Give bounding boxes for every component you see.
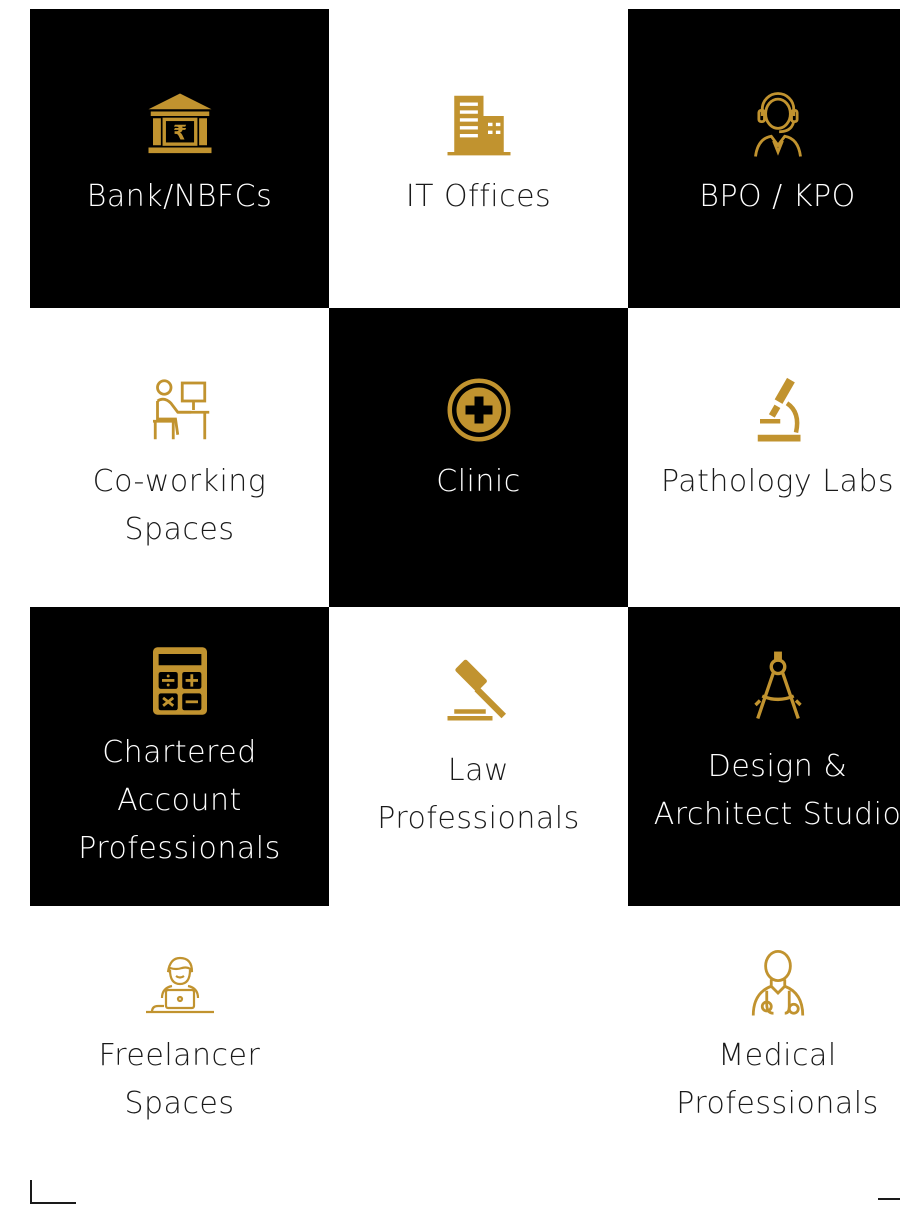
tile-label: Medical Professionals <box>676 1038 879 1121</box>
tile-pathology-labs[interactable]: Pathology Labs <box>628 308 900 607</box>
gavel-icon <box>439 649 519 729</box>
tile-label: Clinic <box>436 464 521 499</box>
headset-agent-icon <box>738 85 818 165</box>
tile-label: Freelancer Spaces <box>98 1038 261 1121</box>
tile-label: Chartered Account Professionals <box>78 735 281 866</box>
industry-grid: ₹ Bank/NBFCs IT Offices BPO / KPO Co-wor… <box>30 9 900 1205</box>
tile-label: Design & Architect Studio <box>653 749 900 832</box>
tile-label: Bank/NBFCs <box>86 179 273 214</box>
tile-clinic[interactable]: Clinic <box>329 308 628 607</box>
freelancer-laptop-icon <box>140 944 220 1024</box>
tile-law-professionals[interactable]: Law Professionals <box>329 607 628 906</box>
calculator-icon <box>140 641 220 721</box>
microscope-icon <box>738 370 818 450</box>
tile-label: BPO / KPO <box>699 179 856 214</box>
drafting-compass-icon <box>738 647 818 727</box>
svg-text:₹: ₹ <box>172 121 186 145</box>
medical-cross-icon <box>439 370 519 450</box>
office-building-icon <box>439 85 519 165</box>
tile-bank-nbfcs[interactable]: ₹ Bank/NBFCs <box>30 9 329 308</box>
tile-bpo-kpo[interactable]: BPO / KPO <box>628 9 900 308</box>
tile-label: Co-working Spaces <box>92 464 267 547</box>
bank-icon: ₹ <box>140 85 220 165</box>
person-at-desk-icon <box>140 370 220 450</box>
tile-co-working-spaces[interactable]: Co-working Spaces <box>30 308 329 607</box>
tile-medical-professionals[interactable]: Medical Professionals <box>628 906 900 1205</box>
tile-design-architect-studio[interactable]: Design & Architect Studio <box>628 607 900 906</box>
tile-label: Law Professionals <box>377 753 580 836</box>
tile-it-offices[interactable]: IT Offices <box>329 9 628 308</box>
corner-mark-right <box>878 1198 900 1200</box>
tile-label: Pathology Labs <box>660 464 894 499</box>
doctor-stethoscope-icon <box>738 944 818 1024</box>
corner-mark-left <box>30 1180 76 1204</box>
tile-label: IT Offices <box>405 179 552 214</box>
tile-chartered-account-professionals[interactable]: Chartered Account Professionals <box>30 607 329 906</box>
tile-freelancer-spaces[interactable]: Freelancer Spaces <box>30 906 329 1205</box>
empty-tile <box>329 906 628 1205</box>
